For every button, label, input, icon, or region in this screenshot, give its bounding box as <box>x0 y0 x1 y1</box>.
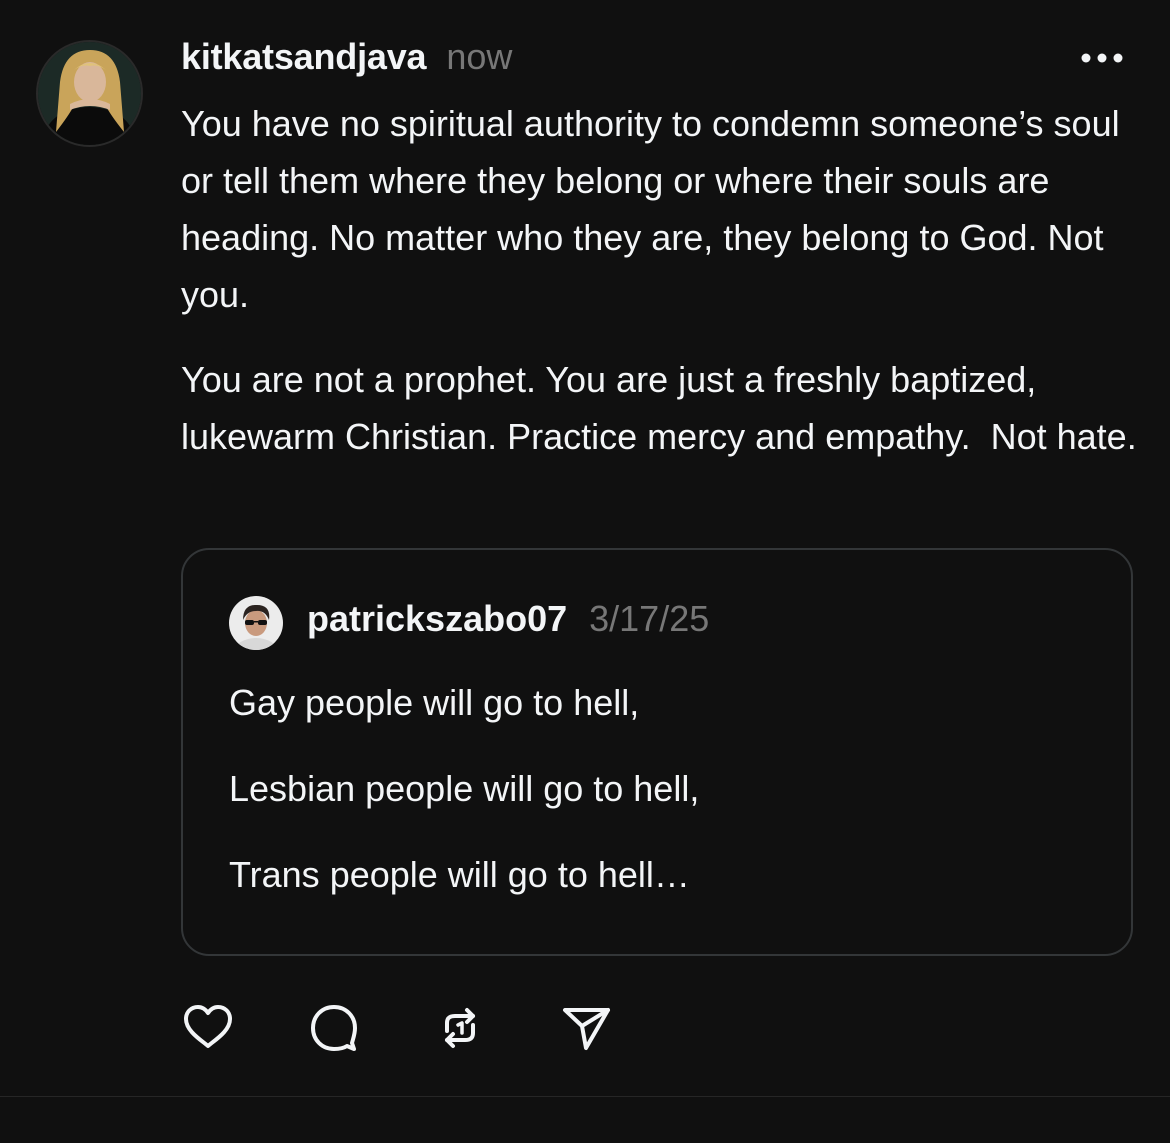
post-header: kitkatsandjava now <box>181 36 512 80</box>
quoted-line: Lesbian people will go to hell, <box>229 768 700 809</box>
share-icon <box>563 1008 610 1050</box>
quoted-post-card[interactable]: patrickszabo07 3/17/25 Gay people will g… <box>181 548 1133 956</box>
thread-post: kitkatsandjava now You have no spiritual… <box>0 0 1170 1096</box>
reply-button[interactable] <box>307 1001 361 1055</box>
like-button[interactable] <box>181 1001 235 1055</box>
author-avatar-image <box>38 42 141 145</box>
author-avatar[interactable] <box>36 40 143 147</box>
quoted-post-header: patrickszabo07 3/17/25 <box>307 598 709 640</box>
share-button[interactable] <box>559 1001 613 1055</box>
quoted-author-username[interactable]: patrickszabo07 <box>307 598 567 640</box>
quoted-avatar-image <box>229 596 283 650</box>
author-username[interactable]: kitkatsandjava <box>181 36 427 78</box>
post-timestamp: now <box>446 36 513 77</box>
post-text: You have no spiritual authority to conde… <box>181 95 1141 493</box>
quoted-line: Trans people will go to hell… <box>229 854 690 895</box>
repost-icon <box>445 1008 475 1048</box>
comment-icon <box>311 1005 357 1051</box>
repost-button[interactable] <box>433 1001 487 1055</box>
quoted-author-avatar[interactable] <box>229 596 283 650</box>
post-paragraph: You have no spiritual authority to conde… <box>181 103 1130 315</box>
quoted-line: Gay people will go to hell, <box>229 682 640 723</box>
quoted-post-text: Gay people will go to hell, Lesbian peop… <box>229 674 699 932</box>
ellipsis-icon <box>1081 53 1123 63</box>
post-paragraph: You are not a prophet. You are just a fr… <box>181 359 1137 457</box>
post-actions <box>181 1001 685 1055</box>
post-divider <box>0 1096 1170 1097</box>
heart-icon <box>184 1005 232 1048</box>
more-options-button[interactable] <box>1078 46 1126 70</box>
quoted-post-date: 3/17/25 <box>589 598 710 639</box>
